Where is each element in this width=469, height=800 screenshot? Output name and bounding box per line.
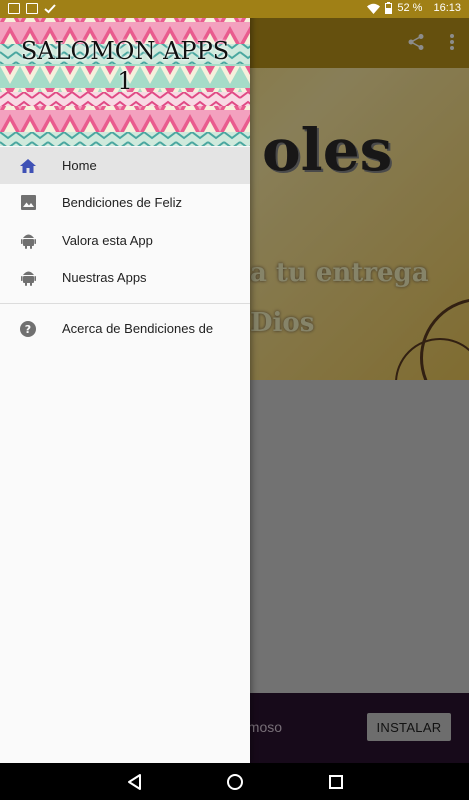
wifi-icon — [367, 3, 381, 14]
check-icon — [44, 4, 56, 14]
drawer-divider — [0, 303, 250, 304]
drawer-header: SALOMON APPS 1 — [0, 0, 250, 146]
status-bar: 52 % 16:13 — [0, 0, 469, 18]
drawer-item-label: Valora esta App — [62, 233, 153, 248]
drawer-title-line2: 1 — [117, 67, 133, 95]
gmail-icon — [8, 3, 20, 14]
drawer-title: SALOMON APPS 1 — [0, 36, 250, 96]
android-icon — [19, 232, 37, 250]
svg-text:?: ? — [25, 323, 31, 336]
help-icon: ? — [19, 320, 37, 338]
drawer-item-label: Bendiciones de Feliz — [62, 195, 182, 210]
image-icon — [19, 194, 37, 212]
drawer-item-home[interactable]: Home — [0, 147, 250, 184]
clock: 16:13 — [433, 2, 461, 14]
navigation-drawer: SALOMON APPS 1 Home Bendiciones de Feliz… — [0, 0, 250, 763]
drawer-item-bendiciones[interactable]: Bendiciones de Feliz — [0, 184, 250, 221]
recents-icon[interactable] — [326, 772, 346, 792]
drawer-item-valora[interactable]: Valora esta App — [0, 222, 250, 259]
back-icon[interactable] — [125, 772, 145, 792]
drawer-item-label: Home — [62, 158, 97, 173]
image-icon — [26, 3, 38, 14]
system-nav-bar — [0, 763, 469, 800]
drawer-title-line1: SALOMON APPS — [20, 37, 230, 65]
drawer-item-acerca[interactable]: ? Acerca de Bendiciones de — [0, 310, 250, 347]
drawer-item-label: Acerca de Bendiciones de — [62, 321, 214, 336]
android-icon — [19, 269, 37, 287]
drawer-item-label: Nuestras Apps — [62, 270, 147, 285]
home-icon — [19, 157, 37, 175]
notification-icons — [8, 3, 56, 14]
battery-percent: 52 % — [397, 2, 423, 14]
battery-icon — [385, 2, 393, 14]
status-right: 52 % 16:13 — [367, 2, 461, 14]
drawer-item-nuestras-apps[interactable]: Nuestras Apps — [0, 259, 250, 296]
home-nav-icon[interactable] — [225, 772, 245, 792]
